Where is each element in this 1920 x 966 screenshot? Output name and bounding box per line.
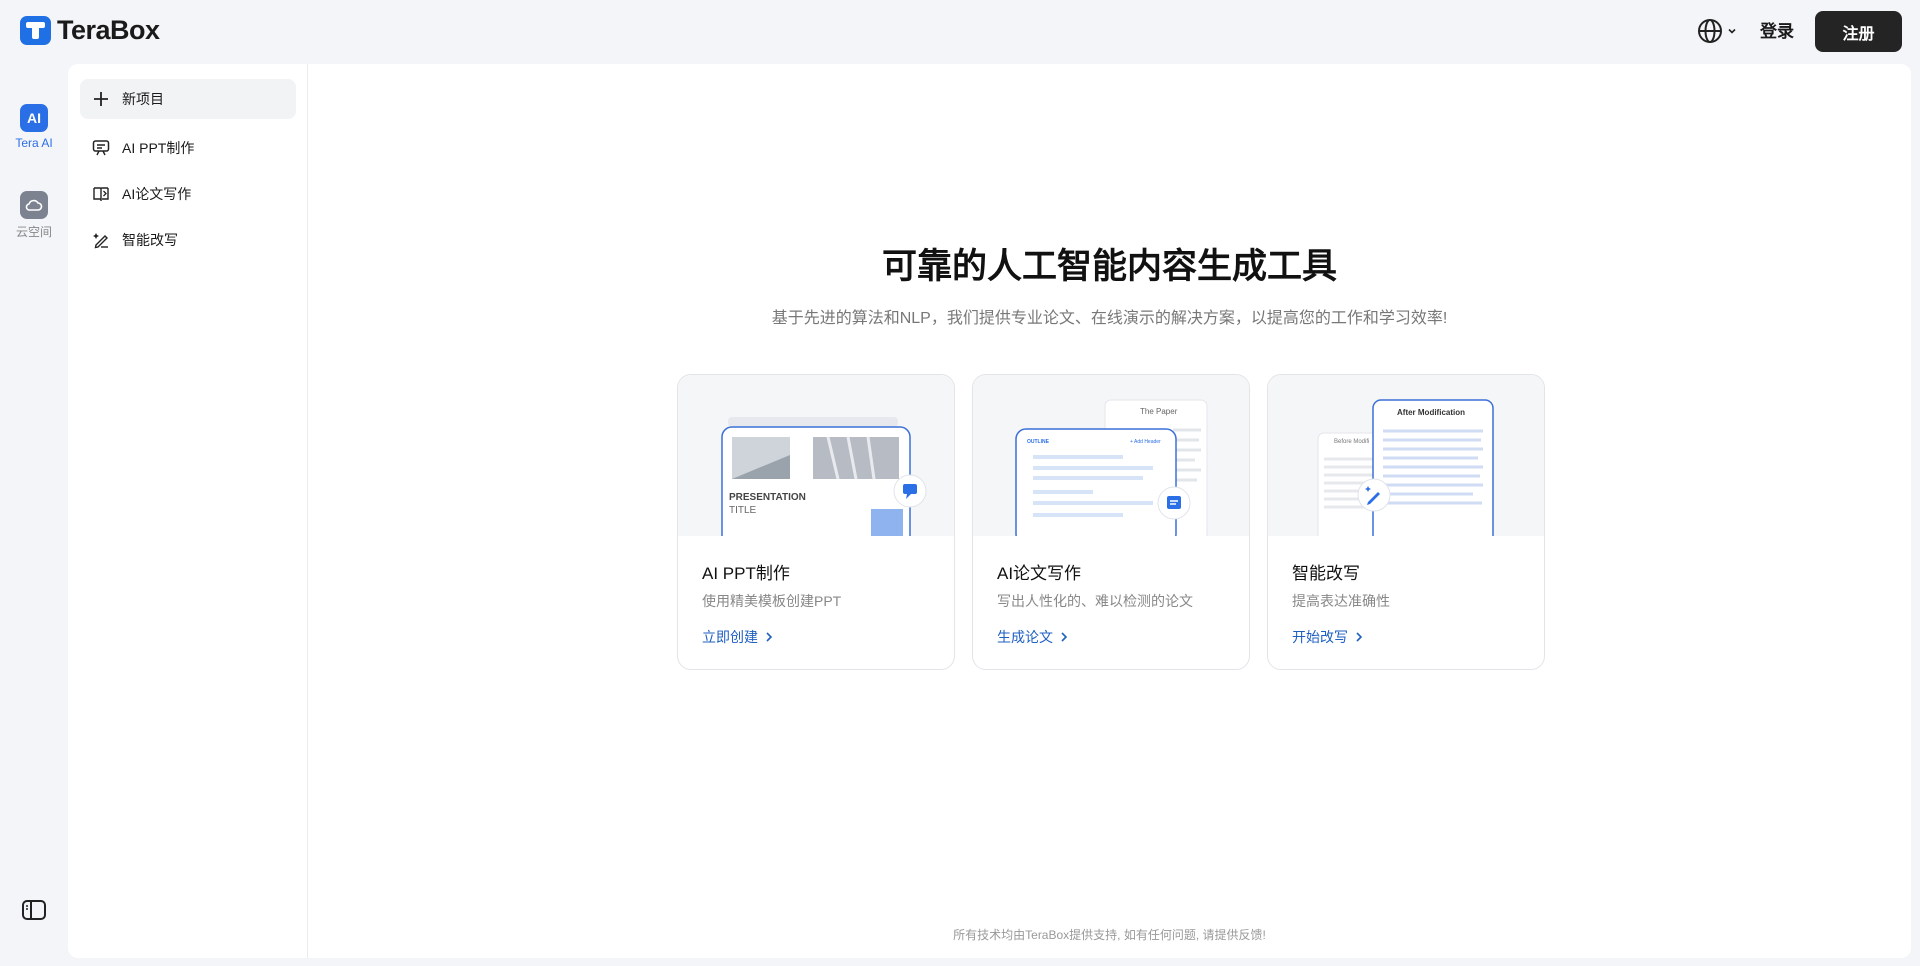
card-title: AI论文写作 — [997, 564, 1082, 583]
add-header-preview-label: + Add Header — [1130, 439, 1161, 445]
start-rewrite-link[interactable]: 开始改写 — [1292, 627, 1364, 647]
register-button[interactable]: 注册 — [1815, 11, 1902, 52]
main-panel: 新项目 AI PPT制作 AI论文写作 智能改写 可靠的人工智能内容生成工具 基… — [68, 64, 1911, 958]
rail-item-label: 云空间 — [15, 225, 52, 239]
sidebar-toggle-button[interactable] — [22, 900, 46, 925]
card-link-label: 开始改写 — [1292, 629, 1348, 645]
sidebar-item-label: AI PPT制作 — [122, 140, 195, 156]
ppt-preview-image: PRESENTATION TITLE — [678, 375, 954, 536]
plus-icon — [92, 90, 110, 108]
sidebar-item-label: 智能改写 — [122, 232, 178, 248]
ppt-preview-title-line2: TITLE — [729, 505, 757, 516]
footer-note: 所有技术均由TeraBox提供支持, 如有任何问题, 请提供反馈! — [953, 928, 1266, 942]
rail-item-label: Tera AI — [15, 136, 53, 150]
logo-text: TeraBox — [57, 15, 160, 45]
sidebar-item-ai-ppt[interactable]: AI PPT制作 — [80, 128, 296, 168]
sidebar-item-label: AI论文写作 — [122, 186, 192, 202]
card-link-label: 生成论文 — [997, 629, 1053, 645]
card-description: 提高表达准确性 — [1292, 593, 1390, 609]
book-icon — [92, 185, 110, 203]
rewrite-icon — [92, 231, 110, 249]
paper-preview-label: The Paper — [1140, 407, 1178, 416]
sidebar: 新项目 AI PPT制作 AI论文写作 智能改写 — [68, 64, 308, 958]
sidebar-toggle-icon — [22, 900, 46, 920]
after-modification-label: After Modification — [1397, 408, 1465, 417]
page-title: 可靠的人工智能内容生成工具 — [881, 247, 1337, 286]
rail-item-tera-ai[interactable]: AI Tera AI — [0, 104, 68, 150]
chevron-right-icon — [1061, 632, 1068, 642]
chevron-right-icon — [766, 632, 773, 642]
card-ai-ppt[interactable]: PRESENTATION TITLE AI PPT制作 使用精美模板创建PPT … — [677, 374, 955, 670]
create-now-link[interactable]: 立即创建 — [702, 627, 774, 647]
card-ai-paper[interactable]: The Paper OUTLINE + Add Header AI论文写作 写出… — [972, 374, 1250, 670]
left-rail: AI Tera AI 云空间 — [0, 64, 68, 966]
globe-icon — [1698, 19, 1722, 43]
sidebar-item-ai-paper[interactable]: AI论文写作 — [80, 174, 296, 214]
cloud-icon — [20, 191, 48, 219]
ppt-preview-title-line1: PRESENTATION — [729, 492, 806, 503]
terabox-logo-icon — [20, 16, 51, 45]
card-link-label: 立即创建 — [702, 629, 758, 645]
page-subtitle: 基于先进的算法和NLP，我们提供专业论文、在线演示的解决方案，以提高您的工作和学… — [771, 310, 1448, 327]
card-smart-rewrite[interactable]: After Modification Before Modifi 智能改写 提高… — [1267, 374, 1545, 670]
rewrite-preview-image: After Modification Before Modifi — [1268, 375, 1544, 536]
chevron-right-icon — [1356, 632, 1363, 642]
top-bar: TeraBox 登录 注册 — [0, 0, 1920, 64]
card-description: 使用精美模板创建PPT — [702, 593, 842, 609]
chevron-down-icon — [1728, 28, 1736, 34]
generate-paper-link[interactable]: 生成论文 — [997, 627, 1069, 647]
outline-preview-label: OUTLINE — [1027, 439, 1049, 445]
rail-item-cloud-space[interactable]: 云空间 — [0, 191, 68, 240]
ai-icon: AI — [20, 104, 48, 132]
presentation-icon — [92, 139, 110, 157]
sidebar-item-new-project[interactable]: 新项目 — [80, 79, 296, 119]
card-description: 写出人性化的、难以检测的论文 — [997, 593, 1193, 609]
before-modification-label: Before Modifi — [1334, 439, 1370, 445]
terabox-logo[interactable]: TeraBox — [20, 15, 160, 46]
content-area: 可靠的人工智能内容生成工具 基于先进的算法和NLP，我们提供专业论文、在线演示的… — [308, 64, 1911, 958]
paper-preview-image: The Paper OUTLINE + Add Header — [973, 375, 1249, 536]
card-title: AI PPT制作 — [702, 564, 790, 583]
sidebar-item-label: 新项目 — [122, 91, 164, 107]
sidebar-item-smart-rewrite[interactable]: 智能改写 — [80, 220, 296, 260]
language-selector[interactable] — [1697, 18, 1737, 44]
login-link[interactable]: 登录 — [1760, 20, 1794, 44]
card-title: 智能改写 — [1292, 564, 1360, 583]
